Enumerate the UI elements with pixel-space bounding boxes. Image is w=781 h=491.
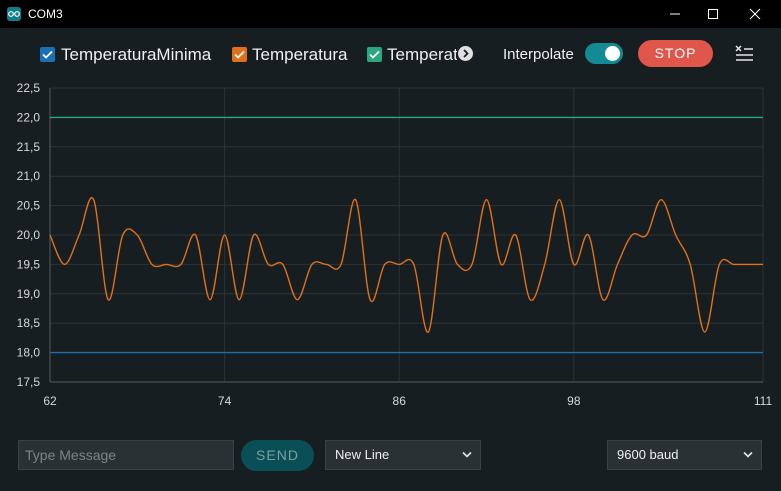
minimize-button[interactable]	[655, 0, 695, 28]
x-tick-label: 111	[754, 394, 773, 408]
chevron-down-icon	[462, 451, 472, 458]
checkmark-icon	[234, 50, 245, 59]
chevron-right-icon	[463, 49, 469, 58]
y-tick-label: 19,0	[17, 287, 41, 301]
legend-label-temperaturaminima[interactable]: TemperaturaMinima	[61, 45, 211, 65]
legend-checkbox-temperat[interactable]	[367, 47, 382, 62]
clear-plot-button[interactable]	[734, 44, 754, 62]
chevron-down-icon	[743, 451, 753, 458]
maximize-icon	[708, 9, 718, 19]
y-tick-label: 22,5	[17, 81, 41, 95]
send-button[interactable]: SEND	[241, 440, 314, 471]
clear-lines-icon	[735, 45, 753, 61]
minimize-icon	[670, 13, 680, 15]
interpolate-toggle[interactable]	[585, 43, 623, 64]
y-tick-label: 22,0	[17, 110, 41, 124]
serial-plot-chart: 22,5 22,0 21,5 21,0 20,5 20,0 19,5 19,0 18,5 18,0…	[17, 81, 773, 408]
line-ending-value: New Line	[335, 447, 390, 462]
y-tick-label: 19,5	[17, 257, 41, 271]
y-tick-label: 20,0	[17, 228, 41, 242]
y-tick-label: 18,5	[17, 316, 41, 330]
legend-label-temperat[interactable]: Temperat	[387, 45, 457, 65]
x-tick-label: 74	[218, 394, 232, 408]
close-button[interactable]	[735, 0, 775, 28]
message-input[interactable]	[18, 440, 234, 470]
x-tick-label: 98	[567, 394, 581, 408]
legend-scroll-right-button[interactable]	[458, 46, 473, 61]
y-tick-label: 18,0	[17, 346, 41, 360]
interpolate-label: Interpolate	[503, 46, 574, 63]
legend-checkbox-temperatura[interactable]	[232, 47, 247, 62]
window-title: COM3	[28, 7, 63, 21]
y-tick-label: 20,5	[17, 199, 41, 213]
series-line-temperatura	[49, 196, 763, 333]
baud-rate-value: 9600 baud	[617, 447, 679, 462]
y-tick-label: 17,5	[17, 375, 41, 389]
toggle-knob	[605, 46, 620, 61]
close-icon	[749, 8, 761, 20]
x-tick-label: 86	[393, 394, 407, 408]
x-tick-label: 62	[43, 394, 57, 408]
line-ending-select[interactable]: New Line	[325, 440, 481, 470]
legend-label-temperatura[interactable]: Temperatura	[252, 45, 347, 65]
legend-checkbox-temperaturaminima[interactable]	[40, 47, 55, 62]
stop-button[interactable]: STOP	[638, 40, 713, 67]
y-tick-label: 21,0	[17, 169, 41, 183]
title-bar: COM3	[0, 0, 781, 28]
y-tick-label: 21,5	[17, 140, 41, 154]
checkmark-icon	[369, 50, 380, 59]
checkmark-icon	[42, 50, 53, 59]
arduino-icon	[7, 7, 21, 21]
baud-rate-select[interactable]: 9600 baud	[607, 440, 762, 470]
maximize-button[interactable]	[693, 0, 733, 28]
